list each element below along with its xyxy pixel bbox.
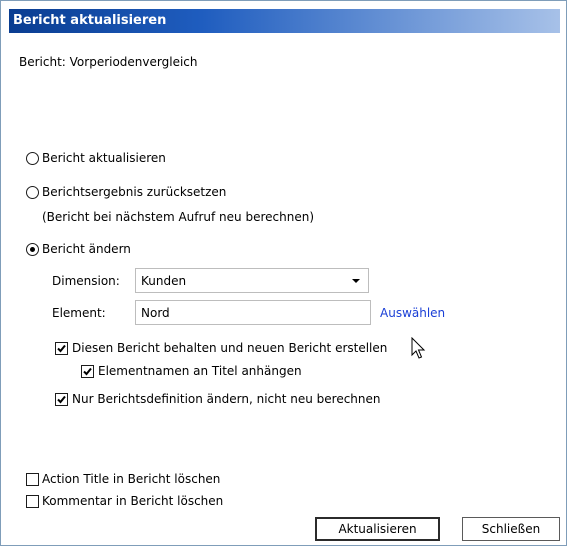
radio-selected-dot	[30, 247, 35, 252]
dimension-dropdown[interactable]: Kunden	[135, 268, 369, 293]
window-title: Bericht aktualisieren	[13, 13, 167, 28]
reset-note: (Bericht bei nächstem Aufruf neu berechn…	[42, 210, 314, 224]
radio-refresh-label[interactable]: Bericht aktualisieren	[42, 151, 166, 165]
element-label: Element:	[52, 306, 106, 320]
checkbox-delete-comment-label[interactable]: Kommentar in Bericht löschen	[42, 494, 223, 508]
close-button[interactable]: Schließen	[462, 517, 560, 541]
checkmark-icon	[57, 395, 66, 404]
report-name-label: Bericht: Vorperiodenvergleich	[19, 55, 198, 69]
checkbox-append-names-label[interactable]: Elementnamen an Titel anhängen	[98, 364, 302, 378]
chevron-down-icon[interactable]	[352, 279, 360, 283]
element-field[interactable]: Nord	[135, 300, 371, 325]
checkbox-keep-report-label[interactable]: Diesen Bericht behalten und neuen Berich…	[72, 341, 387, 355]
dialog-window: Bericht aktualisieren Bericht: Vorperiod…	[0, 0, 567, 546]
radio-reset-result[interactable]	[26, 186, 39, 199]
checkbox-delete-action-title[interactable]	[26, 473, 39, 486]
update-button[interactable]: Aktualisieren	[315, 517, 440, 541]
checkmark-icon	[57, 344, 66, 353]
element-value: Nord	[141, 306, 170, 320]
mouse-pointer-icon	[411, 337, 426, 359]
select-element-link[interactable]: Auswählen	[380, 306, 445, 320]
checkbox-append-names[interactable]	[81, 365, 94, 378]
checkmark-icon	[83, 367, 92, 376]
checkbox-delete-comment[interactable]	[26, 495, 39, 508]
radio-change-label[interactable]: Bericht ändern	[42, 242, 131, 256]
checkbox-definition-only[interactable]	[55, 393, 68, 406]
radio-refresh-report[interactable]	[26, 152, 39, 165]
radio-reset-label[interactable]: Berichtsergebnis zurücksetzen	[42, 185, 226, 199]
dimension-value: Kunden	[141, 274, 187, 288]
radio-change-report[interactable]	[26, 243, 39, 256]
checkbox-delete-action-title-label[interactable]: Action Title in Bericht löschen	[42, 472, 220, 486]
checkbox-definition-only-label[interactable]: Nur Berichtsdefinition ändern, nicht neu…	[72, 392, 381, 406]
dimension-label: Dimension:	[52, 274, 120, 288]
title-bar: Bericht aktualisieren	[9, 9, 560, 33]
checkbox-keep-report[interactable]	[55, 342, 68, 355]
